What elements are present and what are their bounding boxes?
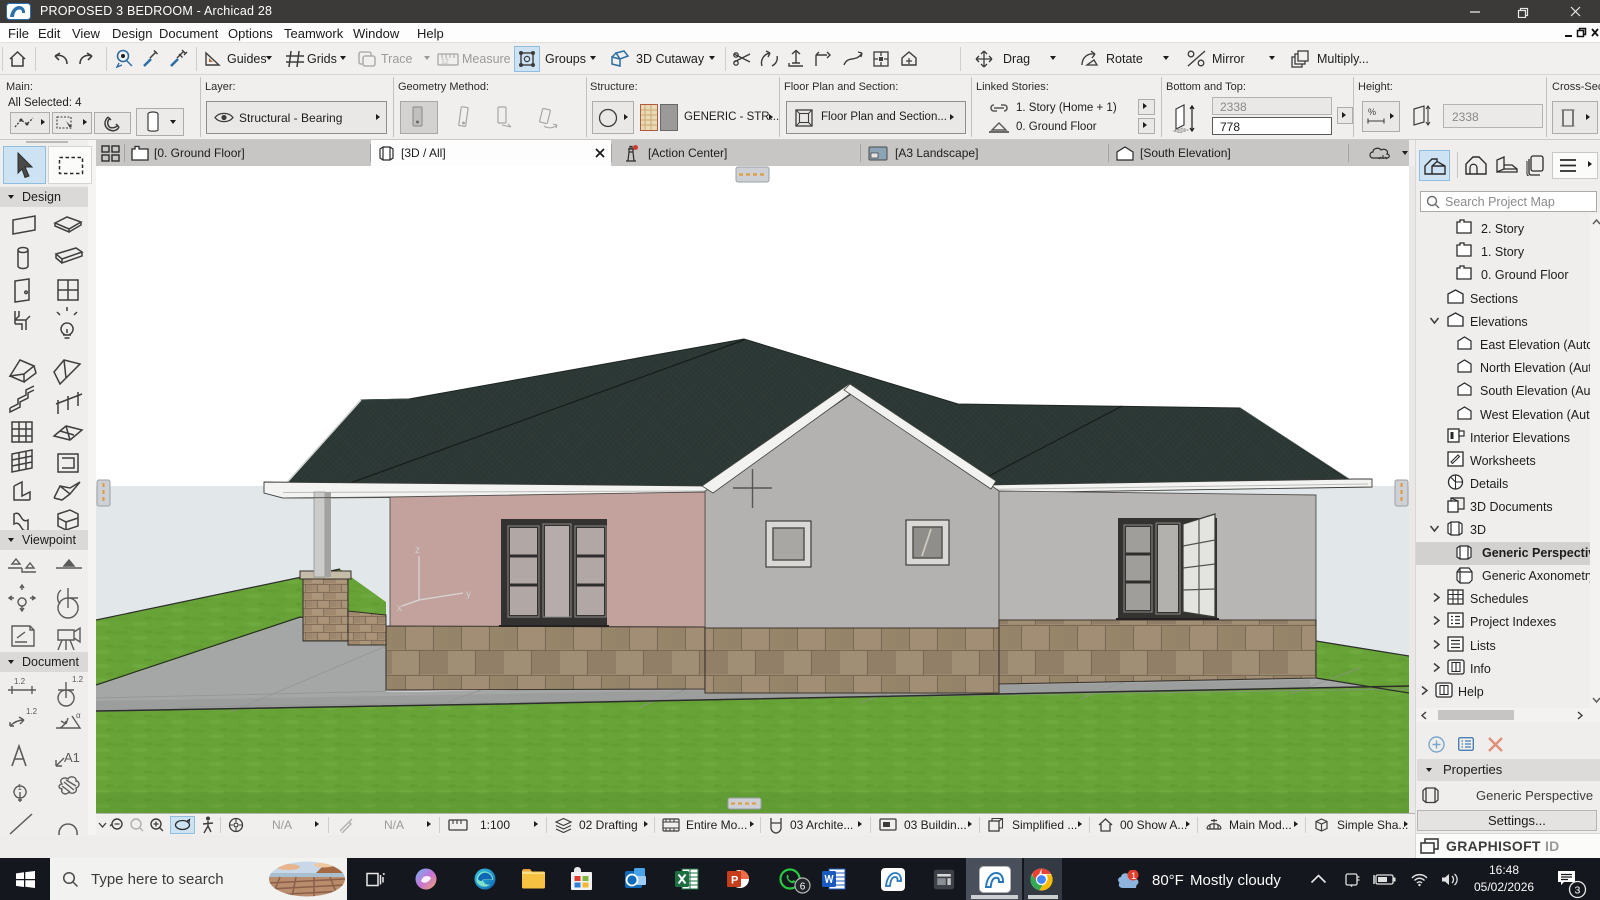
- svg-text:1.2: 1.2: [26, 707, 38, 716]
- svg-text:y: y: [466, 589, 471, 600]
- svg-text:P: P: [731, 875, 738, 887]
- svg-text:1: 1: [1131, 871, 1136, 882]
- svg-text:%: %: [1368, 107, 1376, 117]
- svg-text:z: z: [415, 545, 420, 556]
- svg-text:12: 12: [441, 59, 449, 66]
- svg-text:6: 6: [800, 882, 806, 893]
- svg-text:1.2: 1.2: [72, 675, 84, 684]
- svg-text:3: 3: [1575, 885, 1581, 897]
- svg-text:1.2: 1.2: [14, 677, 26, 686]
- svg-text:1: 1: [18, 783, 23, 792]
- svg-text:x: x: [397, 603, 402, 614]
- svg-text:α: α: [76, 711, 81, 720]
- svg-text:A1: A1: [64, 750, 80, 765]
